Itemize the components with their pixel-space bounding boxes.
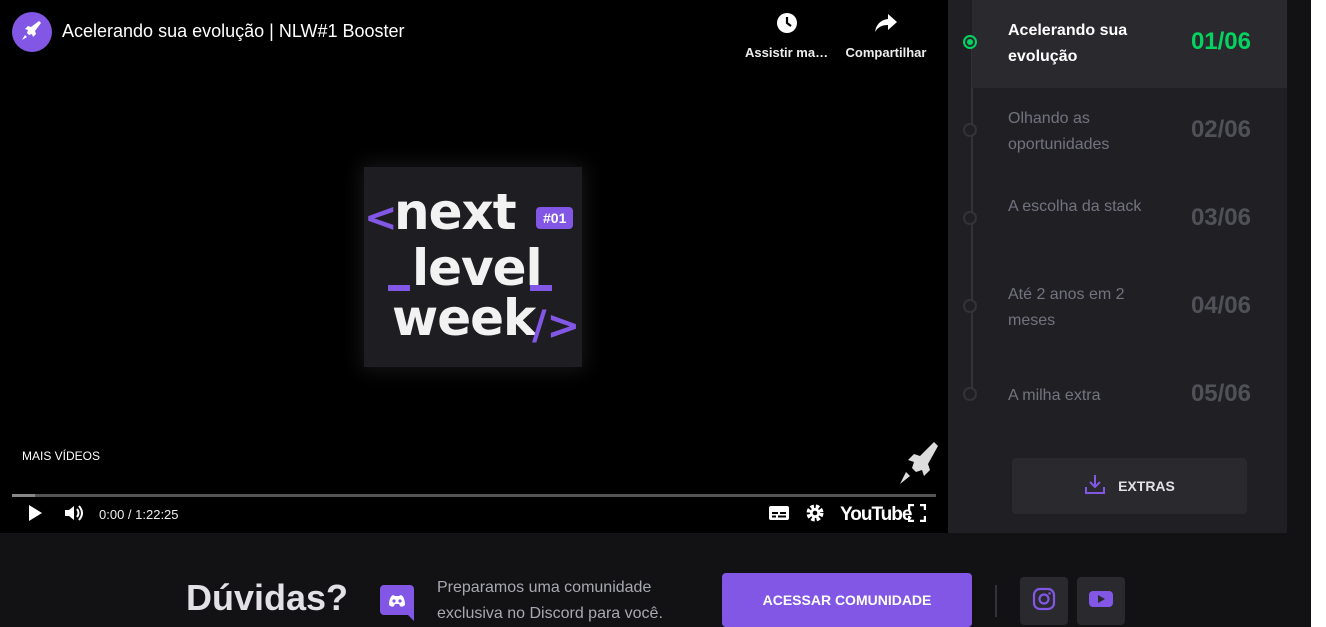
discord-icon	[380, 585, 414, 626]
download-icon	[1084, 473, 1106, 500]
watch-later-label: Assistir mais tarde	[745, 45, 829, 60]
lesson-item-4[interactable]: Até 2 anos em 2 meses 04/06	[963, 264, 1287, 352]
lesson-item-1[interactable]: Acelerando sua evolução 01/06	[963, 0, 1287, 88]
lesson-number: 04/06	[1190, 292, 1251, 319]
extras-button[interactable]: EXTRAS	[1012, 458, 1247, 514]
settings-button[interactable]	[804, 503, 826, 528]
lesson-dot	[963, 211, 977, 225]
gear-icon	[805, 503, 825, 528]
youtube-logo[interactable]: YouTube	[840, 504, 912, 526]
lesson-dot	[963, 299, 977, 313]
channel-watermark-rocket-icon[interactable]	[896, 440, 940, 491]
extras-label: EXTRAS	[1118, 478, 1175, 494]
lesson-number: 05/06	[1190, 380, 1251, 407]
youtube-button[interactable]	[1077, 577, 1125, 625]
instagram-icon	[1032, 587, 1056, 616]
lesson-number: 03/06	[1190, 204, 1251, 231]
divider	[995, 585, 997, 617]
thumbnail-line-week: week	[392, 289, 536, 347]
captions-button[interactable]	[768, 505, 790, 525]
thumbnail-line-level: level	[412, 239, 543, 297]
thumbnail-edition-badge: #01	[536, 207, 574, 229]
play-icon	[27, 504, 43, 527]
channel-avatar[interactable]	[12, 12, 52, 52]
youtube-icon	[1088, 589, 1114, 614]
access-community-button[interactable]: ACESSAR COMUNIDADE	[722, 573, 972, 627]
lesson-title: Olhando as oportunidades	[1008, 110, 1110, 153]
captions-icon	[769, 505, 789, 526]
lesson-item-5[interactable]: A milha extra 05/06	[963, 352, 1287, 440]
instagram-button[interactable]	[1020, 577, 1068, 625]
thumbnail-bracket-open: <	[364, 195, 398, 241]
thumbnail-bracket-close: />	[532, 303, 581, 349]
thumbnail-line-next: next	[394, 183, 517, 241]
lesson-item-2[interactable]: Olhando as oportunidades 02/06	[963, 88, 1287, 176]
lesson-dot	[963, 35, 977, 49]
community-text: Preparamos uma comunidade exclusiva no D…	[437, 579, 663, 622]
share-label: Compartilhar	[845, 45, 927, 60]
lesson-title: Até 2 anos em 2 meses	[1008, 286, 1125, 329]
video-title[interactable]: Acelerando sua evolução | NLW#1 Booster	[62, 21, 405, 42]
watch-later-button[interactable]: Assistir mais tarde	[745, 12, 829, 60]
lesson-title: A escolha da stack	[1008, 198, 1142, 215]
lesson-number: 02/06	[1190, 116, 1251, 143]
more-videos-link[interactable]: MAIS VÍDEOS	[22, 449, 100, 463]
share-icon	[874, 12, 898, 39]
volume-button[interactable]	[64, 504, 86, 527]
fullscreen-button[interactable]	[906, 503, 928, 527]
lesson-dot	[963, 123, 977, 137]
lesson-item-3[interactable]: A escolha da stack 03/06	[963, 176, 1287, 264]
time-display: 0:00 / 1:22:25	[99, 507, 179, 522]
rocket-icon	[19, 17, 45, 48]
lesson-title: A milha extra	[1008, 387, 1101, 404]
share-button[interactable]: Compartilhar	[844, 12, 928, 60]
lesson-sidebar: Acelerando sua evolução 01/06 Olhando as…	[948, 0, 1287, 533]
fullscreen-icon	[907, 503, 927, 527]
page-gutter	[1311, 0, 1326, 627]
lesson-dot	[963, 387, 977, 401]
progress-fill	[12, 494, 36, 497]
progress-bar[interactable]	[12, 494, 936, 497]
clock-icon	[776, 12, 798, 39]
video-thumbnail: < next #01 level week />	[364, 167, 582, 367]
play-button[interactable]	[24, 504, 46, 527]
lesson-number: 01/06	[1190, 28, 1251, 55]
lesson-title: Acelerando sua evolução	[1008, 22, 1128, 65]
footer: Dúvidas? Preparamos uma comunidade exclu…	[0, 533, 1311, 627]
faq-title: Dúvidas?	[186, 577, 349, 618]
volume-icon	[64, 504, 86, 527]
video-player[interactable]: Acelerando sua evolução | NLW#1 Booster …	[0, 0, 948, 533]
